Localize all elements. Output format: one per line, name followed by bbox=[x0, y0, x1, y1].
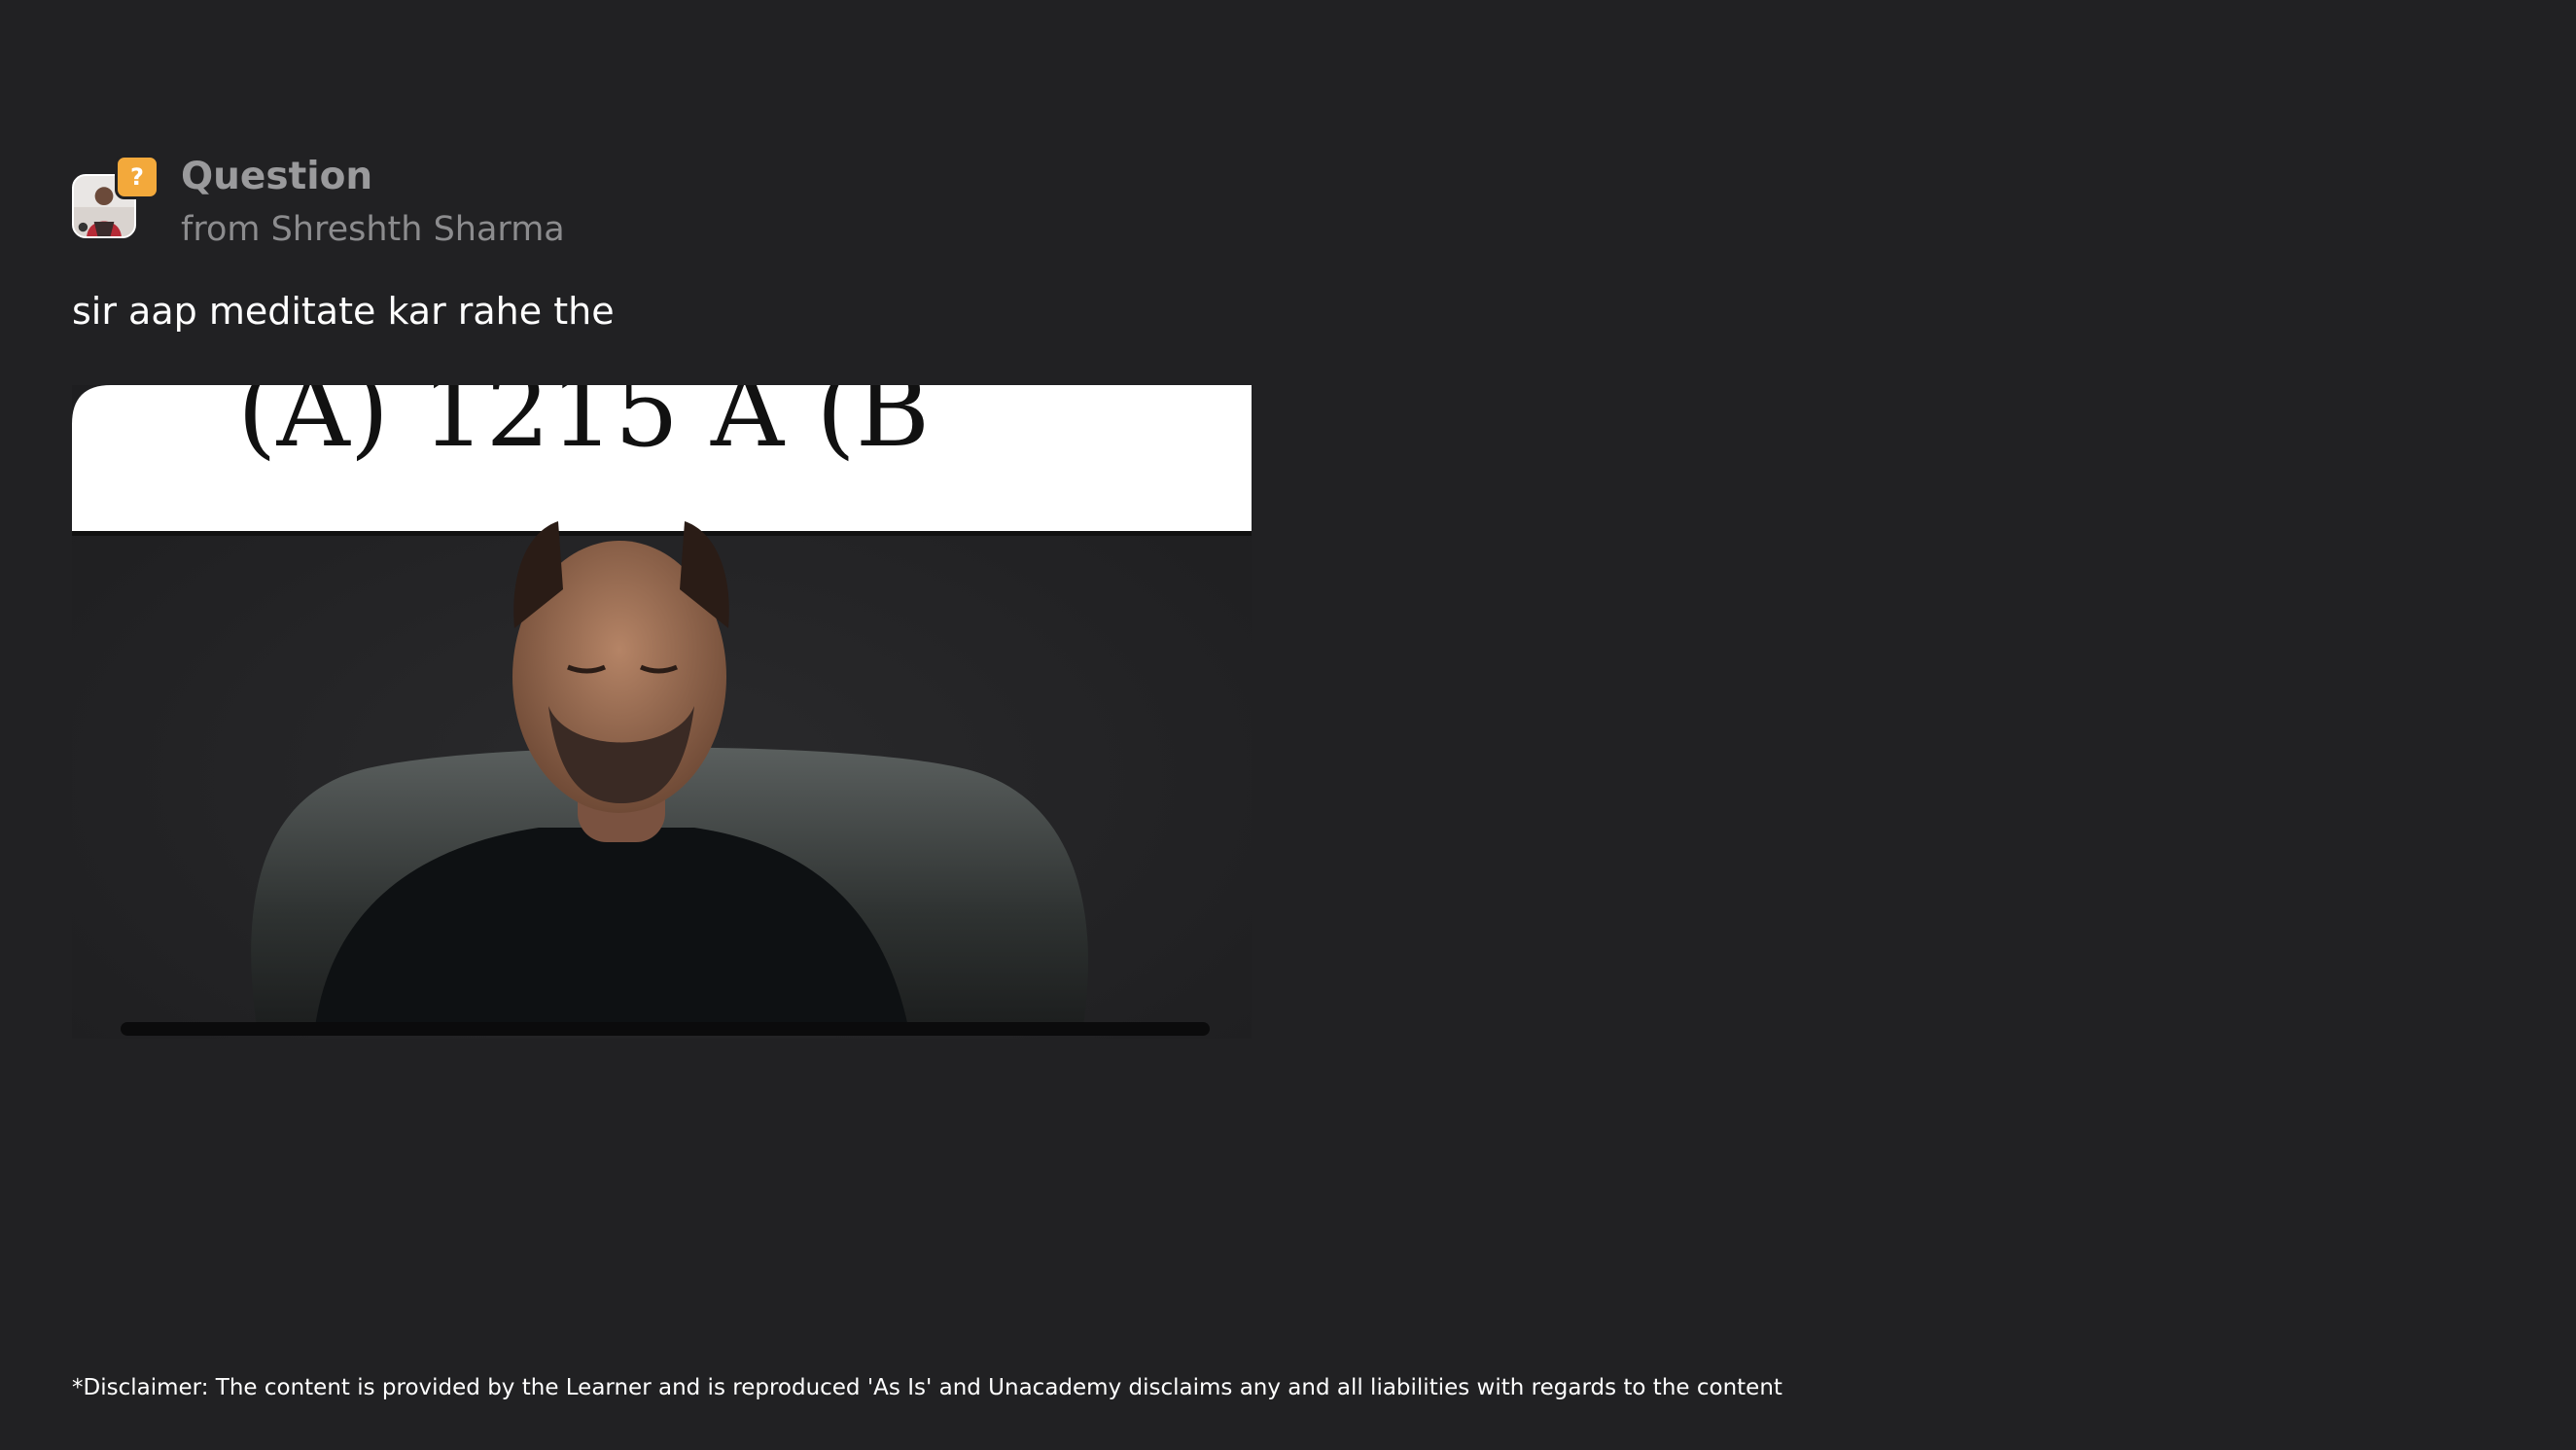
question-badge-icon: ? bbox=[115, 155, 159, 199]
question-card: ? Question from Shreshth Sharma sir aap … bbox=[0, 0, 2576, 1450]
card-author: from Shreshth Sharma bbox=[181, 210, 565, 249]
card-title: Question bbox=[181, 155, 373, 198]
disclaimer-text: *Disclaimer: The content is provided by … bbox=[72, 1375, 1782, 1400]
video-frame-icon: (A) 1215 A (B bbox=[72, 385, 1252, 1039]
question-text: sir aap meditate kar rahe the bbox=[72, 290, 615, 333]
header-text: Question from Shreshth Sharma bbox=[181, 151, 565, 256]
question-attachment-image: (A) 1215 A (B bbox=[72, 385, 1252, 1039]
question-header: ? Question from Shreshth Sharma bbox=[72, 151, 565, 256]
board-text: (A) 1215 A (B bbox=[237, 385, 930, 470]
avatar-group: ? bbox=[72, 151, 159, 243]
